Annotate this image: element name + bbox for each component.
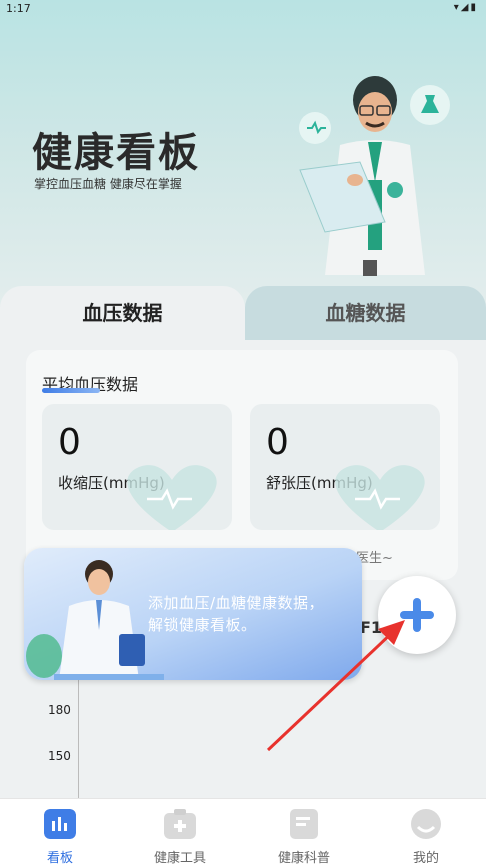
doctor-illustration <box>299 76 450 276</box>
nav-health-tools[interactable]: 健康工具 <box>120 799 240 865</box>
nav-profile[interactable]: 我的 <box>366 799 486 865</box>
systolic-value: 0 <box>58 422 81 463</box>
status-icons: ▾◢▮ <box>453 2 478 13</box>
nav-health-articles[interactable]: 健康科普 <box>244 799 364 865</box>
title-underline <box>42 388 100 393</box>
diastolic-value: 0 <box>266 422 289 463</box>
heart-icon <box>335 465 425 530</box>
status-time: 1:17 <box>6 2 31 15</box>
data-tabs: 血压数据 血糖数据 <box>0 286 486 340</box>
y-axis-line <box>78 665 79 800</box>
doctor-illustration <box>26 560 164 680</box>
heart-icon <box>127 465 217 530</box>
bottom-nav: 看板 健康工具 健康科普 我的 <box>0 798 486 865</box>
tab-blood-pressure[interactable]: 血压数据 <box>0 286 245 340</box>
diastolic-stat: 0 舒张压(mmHg) <box>250 404 440 530</box>
status-bar: 1:17 ▾◢▮ <box>0 0 486 20</box>
article-icon <box>290 809 318 839</box>
nav-dashboard[interactable]: 看板 <box>0 799 120 865</box>
systolic-stat: 0 收缩压(mmHg) <box>42 404 232 530</box>
page-subtitle: 掌控血压血糖 健康尽在掌握 <box>34 177 182 191</box>
y-tick-150: 150 <box>48 749 71 763</box>
dashboard-icon <box>44 809 76 839</box>
tab-blood-sugar[interactable]: 血糖数据 <box>245 286 486 340</box>
nav-profile-label: 我的 <box>412 851 439 865</box>
pointer-arrow <box>266 620 405 752</box>
page-title: 健康看板 <box>32 130 200 176</box>
nav-health-articles-label: 健康科普 <box>277 851 330 865</box>
y-tick-180: 180 <box>48 703 71 717</box>
nav-dashboard-label: 看板 <box>46 851 73 865</box>
medkit-icon <box>164 809 196 839</box>
nav-health-tools-label: 健康工具 <box>153 851 206 865</box>
profile-icon <box>411 809 441 839</box>
